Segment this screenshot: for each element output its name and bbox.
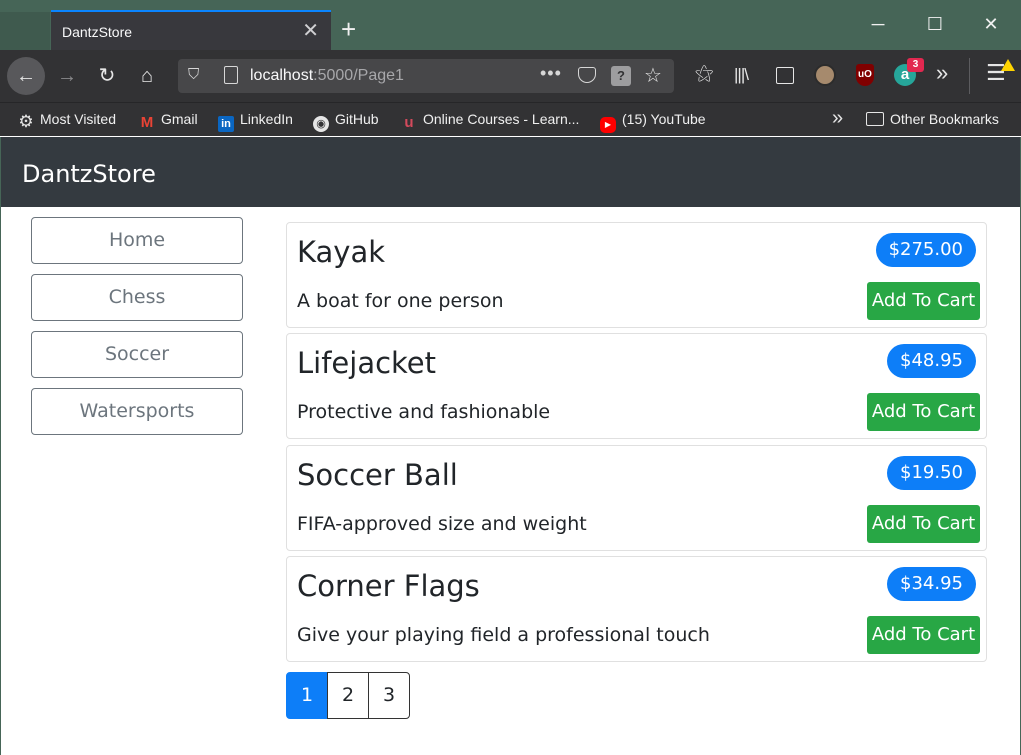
url-text[interactable]: localhost:5000/Page1 <box>250 67 404 85</box>
new-tab-button[interactable]: + <box>341 16 356 42</box>
titlebar-spacer <box>0 12 50 50</box>
bookmark-label: Gmail <box>161 111 198 127</box>
bookmark-star-icon[interactable]: ☆ <box>644 63 662 88</box>
product-name: Lifejacket <box>297 346 437 380</box>
product-card: Lifejacket $48.95 Protective and fashion… <box>286 333 987 439</box>
bookmark-linkedin[interactable]: in LinkedIn <box>218 111 293 132</box>
ublock-icon[interactable]: uO <box>856 64 874 86</box>
product-card: Corner Flags $34.95 Give your playing fi… <box>286 556 987 662</box>
bookmark-label: Online Courses - Learn... <box>423 111 580 127</box>
gmail-icon: M <box>140 114 154 131</box>
page-link-3[interactable]: 3 <box>368 672 410 719</box>
product-name: Corner Flags <box>297 569 480 603</box>
page-content: DantzStore Home Chess Soccer Watersports… <box>0 137 1021 755</box>
page-info-icon[interactable] <box>224 66 238 84</box>
category-button-watersports[interactable]: Watersports <box>31 388 243 435</box>
toolbar-separator <box>969 58 970 94</box>
product-description: FIFA-approved size and weight <box>297 513 587 535</box>
bookmark-github[interactable]: ◉ GitHub <box>313 111 379 132</box>
add-to-cart-button[interactable]: Add To Cart <box>867 393 980 431</box>
bookmark-youtube[interactable]: ▶ (15) YouTube <box>600 111 706 133</box>
minimize-button[interactable]: ─ <box>866 10 890 38</box>
browser-titlebar: DantzStore ✕ + ─ ☐ ✕ <box>0 0 1021 50</box>
url-path: :5000/Page1 <box>313 67 404 84</box>
tab-title: DantzStore <box>62 24 133 40</box>
page-link-1[interactable]: 1 <box>286 672 328 719</box>
product-description: A boat for one person <box>297 290 504 312</box>
product-description: Protective and fashionable <box>297 401 551 423</box>
other-bookmarks-label: Other Bookmarks <box>890 111 999 127</box>
bookmark-label: LinkedIn <box>240 111 293 127</box>
tab-close-icon[interactable]: ✕ <box>302 21 319 41</box>
bookmark-label: (15) YouTube <box>622 111 706 127</box>
library-icon[interactable]: |||\ <box>734 64 749 86</box>
product-name: Soccer Ball <box>297 458 458 492</box>
price-badge: $48.95 <box>887 344 976 378</box>
price-badge: $34.95 <box>887 567 976 601</box>
linkedin-icon: in <box>218 116 234 132</box>
warning-icon <box>1001 59 1015 71</box>
folder-icon <box>866 112 884 126</box>
category-button-chess[interactable]: Chess <box>31 274 243 321</box>
product-name: Kayak <box>297 235 386 269</box>
category-button-home[interactable]: Home <box>31 217 243 264</box>
url-host: localhost <box>250 67 314 84</box>
add-to-cart-button[interactable]: Add To Cart <box>867 616 980 654</box>
youtube-icon: ▶ <box>600 117 616 133</box>
bookmark-label: Most Visited <box>40 111 116 127</box>
help-extension-icon[interactable]: ? <box>611 66 631 86</box>
address-bar[interactable]: ⛉ localhost:5000/Page1 ••• ? ☆ <box>178 59 674 93</box>
price-badge: $19.50 <box>887 456 976 490</box>
bookmark-most-visited[interactable]: ⚙ Most Visited <box>18 111 116 130</box>
category-button-soccer[interactable]: Soccer <box>31 331 243 378</box>
account-avatar-icon[interactable] <box>814 64 836 86</box>
page-actions-icon[interactable]: ••• <box>540 63 562 84</box>
product-description: Give your playing field a professional t… <box>297 624 710 646</box>
product-card: Kayak $275.00 A boat for one person Add … <box>286 222 987 328</box>
bookmark-online-courses[interactable]: u Online Courses - Learn... <box>401 111 579 131</box>
home-button[interactable]: ⌂ <box>129 58 165 94</box>
extension-icon[interactable]: ⚝ <box>695 63 713 85</box>
store-brand[interactable]: DantzStore <box>22 160 156 188</box>
add-to-cart-button[interactable]: Add To Cart <box>867 505 980 543</box>
tracking-shield-icon[interactable]: ⛉ <box>188 66 199 83</box>
gear-icon: ⚙ <box>18 112 34 131</box>
extension-badge: 3 <box>907 58 924 72</box>
bookmark-gmail[interactable]: M Gmail <box>139 111 198 131</box>
other-bookmarks[interactable]: Other Bookmarks <box>866 111 999 127</box>
bookmarks-toolbar: ⚙ Most Visited M Gmail in LinkedIn ◉ GitHub … <box>0 102 1021 136</box>
pagination: 1 2 3 <box>286 672 410 719</box>
github-icon: ◉ <box>313 116 329 132</box>
browser-tab[interactable]: DantzStore ✕ <box>51 10 331 50</box>
bookmark-label: GitHub <box>335 111 379 127</box>
store-header: DantzStore <box>1 137 1020 207</box>
product-card: Soccer Ball $19.50 FIFA-approved size an… <box>286 445 987 551</box>
back-button[interactable]: ← <box>7 57 45 95</box>
sidebar-icon[interactable] <box>776 67 794 84</box>
add-to-cart-button[interactable]: Add To Cart <box>867 282 980 320</box>
reload-button[interactable]: ↻ <box>89 58 125 94</box>
close-window-button[interactable]: ✕ <box>979 10 1003 38</box>
overflow-menu-icon[interactable]: » <box>936 62 948 84</box>
bookmarks-overflow-icon[interactable]: » <box>832 107 843 130</box>
pocket-icon[interactable] <box>578 67 596 83</box>
page-link-2[interactable]: 2 <box>327 672 369 719</box>
maximize-button[interactable]: ☐ <box>923 10 947 38</box>
courses-icon: u <box>404 114 414 131</box>
forward-button[interactable]: → <box>49 58 85 94</box>
price-badge: $275.00 <box>875 233 976 267</box>
